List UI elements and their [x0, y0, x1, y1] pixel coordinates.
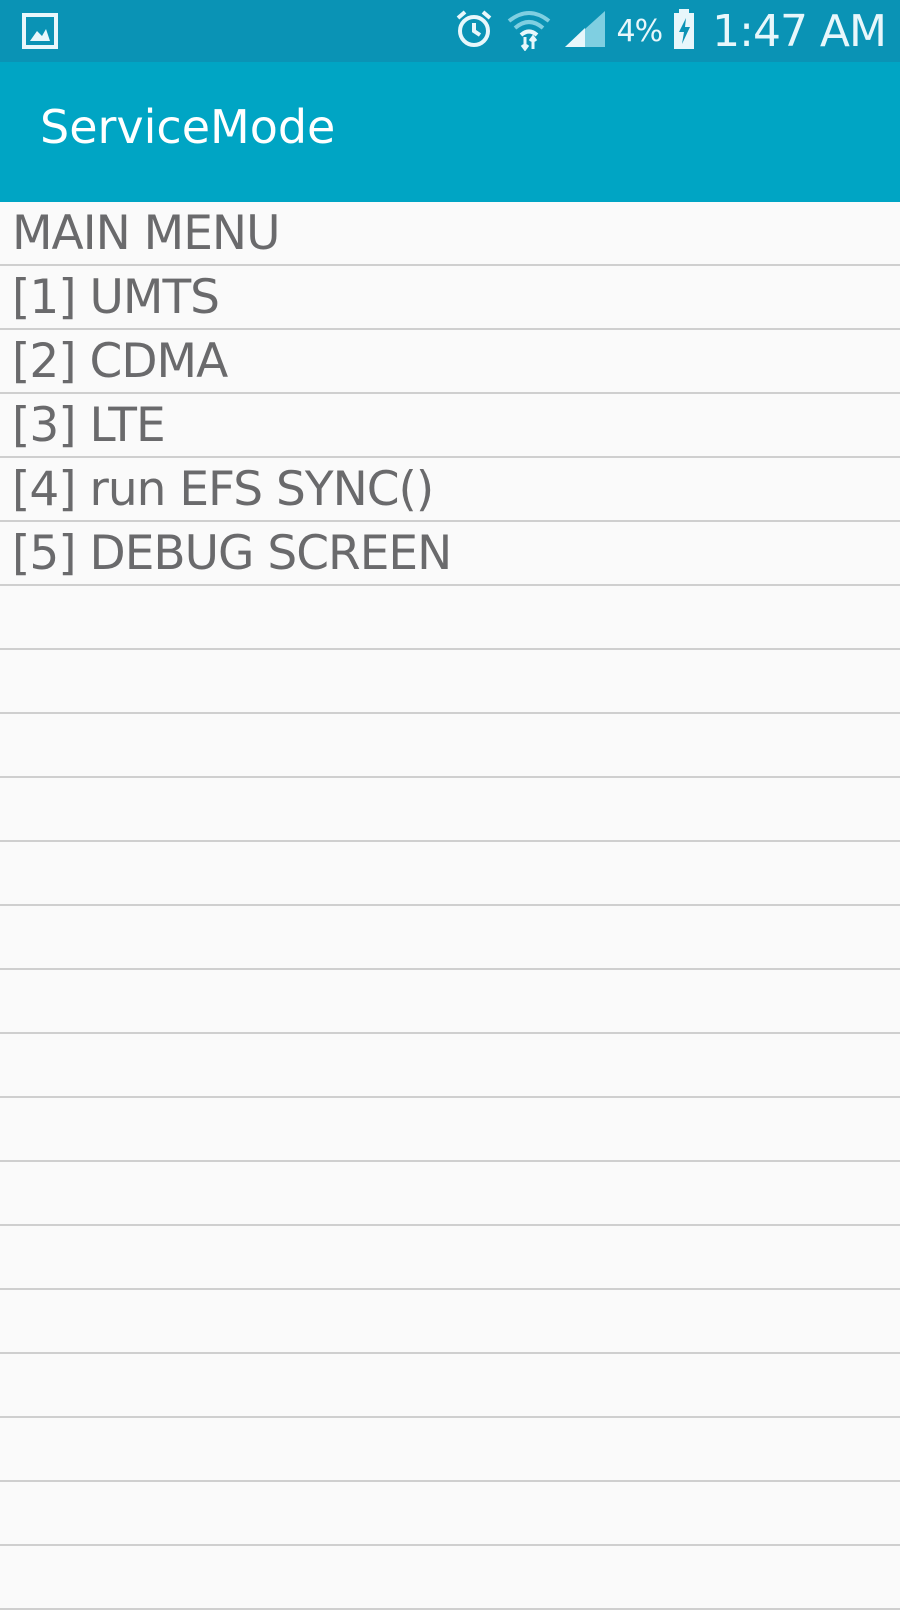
empty-row — [0, 1418, 900, 1482]
menu-item-label: [3] LTE — [12, 398, 166, 453]
menu-header-row[interactable]: MAIN MENU — [0, 202, 900, 266]
empty-row — [0, 1290, 900, 1354]
empty-row — [0, 1226, 900, 1290]
empty-row — [0, 778, 900, 842]
empty-row — [0, 1098, 900, 1162]
empty-row — [0, 650, 900, 714]
menu-item[interactable]: [5] DEBUG SCREEN — [0, 522, 900, 586]
empty-row — [0, 906, 900, 970]
alarm-icon — [453, 8, 495, 54]
empty-row — [0, 1354, 900, 1418]
app-title: ServiceMode — [40, 100, 336, 154]
menu-item-label: [4] run EFS SYNC() — [12, 462, 434, 517]
empty-row — [0, 970, 900, 1034]
status-bar: 4% 1:47 AM — [0, 0, 900, 62]
empty-row — [0, 586, 900, 650]
clock: 1:47 AM — [712, 5, 887, 57]
menu-item-label: [5] DEBUG SCREEN — [12, 526, 452, 581]
menu-item[interactable]: [3] LTE — [0, 394, 900, 458]
empty-row — [0, 1162, 900, 1226]
signal-icon — [563, 9, 607, 53]
battery-charging-icon — [672, 8, 696, 54]
battery-percent: 4% — [616, 13, 664, 49]
empty-row — [0, 714, 900, 778]
menu-item[interactable]: [1] UMTS — [0, 266, 900, 330]
menu-item-label: [2] CDMA — [12, 334, 228, 389]
empty-row — [0, 842, 900, 906]
empty-row — [0, 1482, 900, 1546]
wifi-icon — [505, 7, 553, 55]
menu-item[interactable]: [4] run EFS SYNC() — [0, 458, 900, 522]
gallery-notification-icon — [22, 13, 58, 49]
menu-item-label: MAIN MENU — [12, 206, 280, 261]
menu-item[interactable]: [2] CDMA — [0, 330, 900, 394]
app-bar: ServiceMode — [0, 62, 900, 202]
service-menu-list: MAIN MENU [1] UMTS [2] CDMA [3] LTE [4] run … — [0, 202, 900, 1610]
empty-row — [0, 1034, 900, 1098]
menu-item-label: [1] UMTS — [12, 270, 220, 325]
empty-row — [0, 1546, 900, 1610]
